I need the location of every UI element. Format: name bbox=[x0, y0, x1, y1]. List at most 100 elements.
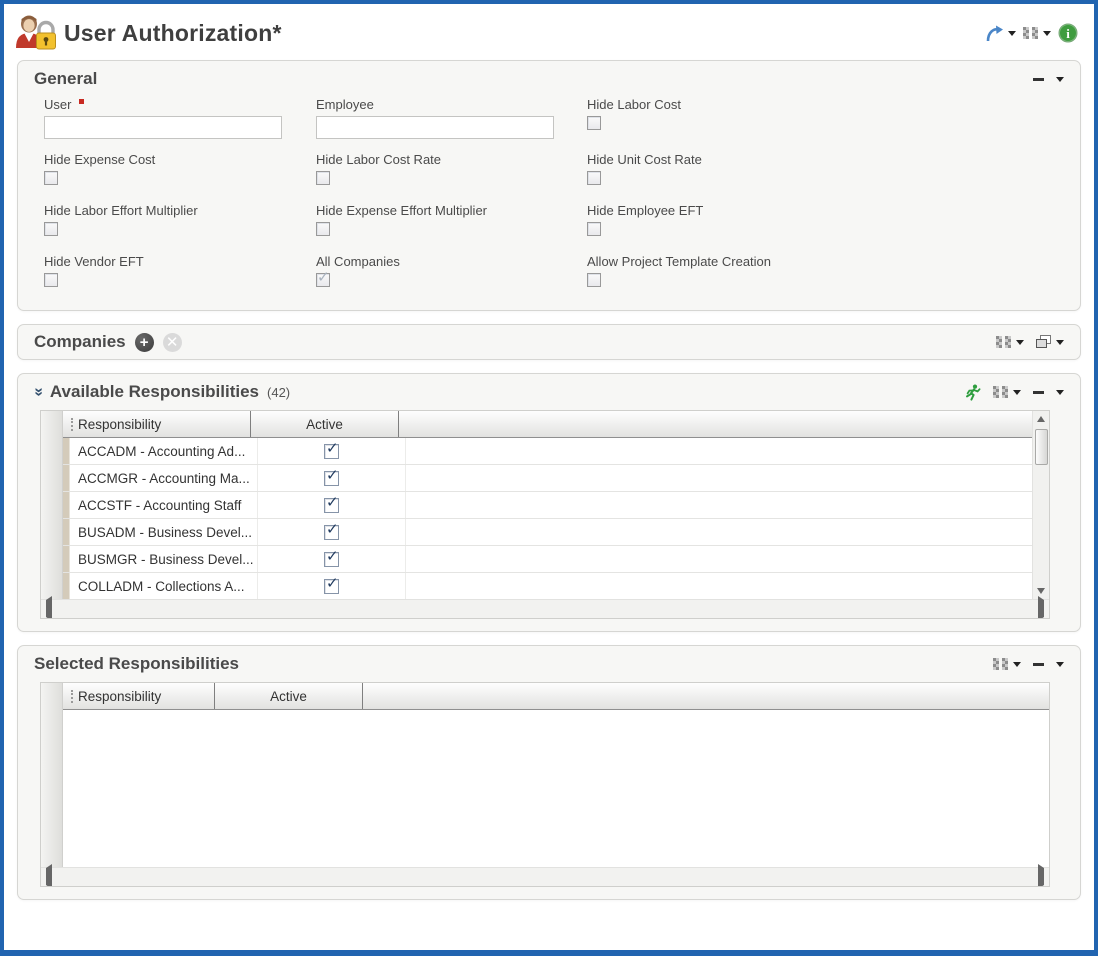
selected-panel-menu-caret[interactable] bbox=[1056, 662, 1064, 667]
scroll-right-button[interactable] bbox=[1038, 868, 1044, 886]
column-chooser-icon bbox=[993, 658, 1009, 671]
field-hide-labor-cost-rate: Hide Labor Cost Rate ✓ bbox=[316, 152, 587, 190]
general-panel-header: General bbox=[18, 61, 1080, 93]
run-process-button[interactable] bbox=[964, 384, 981, 401]
selected-column-chooser-caret[interactable] bbox=[1013, 662, 1021, 667]
responsibility-cell: COLLADM - Collections A... bbox=[70, 573, 258, 599]
available-responsibilities-grid: Responsibility Active ACCADM - Accountin… bbox=[40, 410, 1050, 619]
hide-expense-effort-multiplier-label: Hide Expense Effort Multiplier bbox=[316, 203, 587, 218]
hide-labor-cost-label: Hide Labor Cost bbox=[587, 97, 1064, 112]
panel-menu-caret[interactable] bbox=[1056, 77, 1064, 82]
selected-collapse-button[interactable] bbox=[1033, 663, 1044, 666]
available-table-body: ACCADM - Accounting Ad... ✓ ACCMGR - Acc… bbox=[63, 438, 1032, 600]
field-hide-labor-effort-multiplier: Hide Labor Effort Multiplier ✓ bbox=[44, 203, 316, 241]
active-checkbox[interactable]: ✓ bbox=[324, 471, 339, 486]
table-row[interactable]: ACCMGR - Accounting Ma... ✓ bbox=[63, 465, 1032, 492]
scroll-left-button[interactable] bbox=[46, 868, 52, 886]
responsibility-column-header[interactable]: Responsibility bbox=[63, 683, 215, 709]
user-input[interactable] bbox=[44, 116, 282, 139]
hide-employee-eft-checkbox[interactable]: ✓ bbox=[587, 222, 601, 236]
table-row[interactable]: BUSADM - Business Devel... ✓ bbox=[63, 519, 1032, 546]
hide-employee-eft-label: Hide Employee EFT bbox=[587, 203, 1064, 218]
add-company-button[interactable]: + bbox=[135, 333, 154, 352]
hide-expense-effort-multiplier-checkbox[interactable]: ✓ bbox=[316, 222, 330, 236]
field-hide-unit-cost-rate: Hide Unit Cost Rate ✓ bbox=[587, 152, 1064, 190]
responsibility-cell: ACCMGR - Accounting Ma... bbox=[70, 465, 258, 491]
hide-vendor-eft-checkbox[interactable]: ✓ bbox=[44, 273, 58, 287]
available-column-chooser-button[interactable] bbox=[993, 386, 1021, 399]
vertical-scrollbar-thumb[interactable] bbox=[1035, 429, 1048, 465]
available-table-header: Responsibility Active bbox=[63, 411, 1032, 438]
filler-cell bbox=[406, 519, 1032, 545]
vertical-scrollbar[interactable] bbox=[1032, 411, 1049, 599]
available-column-chooser-caret[interactable] bbox=[1013, 390, 1021, 395]
scroll-up-button[interactable] bbox=[1033, 411, 1049, 427]
table-row[interactable]: COLLADM - Collections A... ✓ bbox=[63, 573, 1032, 600]
collapse-chevrons-icon[interactable]: » bbox=[30, 388, 46, 397]
hide-labor-effort-multiplier-checkbox[interactable]: ✓ bbox=[44, 222, 58, 236]
user-authorization-window: User Authorization* bbox=[0, 0, 1098, 956]
available-panel-menu-caret[interactable] bbox=[1056, 390, 1064, 395]
companies-column-chooser-button[interactable] bbox=[996, 336, 1024, 349]
table-row[interactable]: ACCSTF - Accounting Staff ✓ bbox=[63, 492, 1032, 519]
hide-unit-cost-rate-checkbox[interactable]: ✓ bbox=[587, 171, 601, 185]
allow-project-template-creation-label: Allow Project Template Creation bbox=[587, 254, 1064, 269]
horizontal-scrollbar[interactable] bbox=[41, 867, 1049, 886]
active-checkbox[interactable]: ✓ bbox=[324, 498, 339, 513]
navigate-dropdown-caret[interactable] bbox=[1008, 31, 1016, 36]
responsibility-cell: ACCADM - Accounting Ad... bbox=[70, 438, 258, 464]
companies-view-button[interactable] bbox=[1036, 335, 1064, 349]
active-cell: ✓ bbox=[258, 492, 406, 518]
allow-project-template-creation-checkbox[interactable]: ✓ bbox=[587, 273, 601, 287]
selected-column-chooser-button[interactable] bbox=[993, 658, 1021, 671]
filler-column-header bbox=[399, 411, 1032, 437]
active-column-header[interactable]: Active bbox=[215, 683, 363, 709]
navigate-button[interactable] bbox=[985, 25, 1016, 42]
selected-responsibilities-grid: Responsibility Active bbox=[40, 682, 1050, 887]
responsibility-column-header[interactable]: Responsibility bbox=[63, 411, 251, 437]
companies-view-caret[interactable] bbox=[1056, 340, 1064, 345]
available-responsibilities-panel: » Available Responsibilities (42) bbox=[17, 373, 1081, 632]
employee-input[interactable] bbox=[316, 116, 554, 139]
hide-expense-cost-checkbox[interactable]: ✓ bbox=[44, 171, 58, 185]
active-checkbox[interactable]: ✓ bbox=[324, 525, 339, 540]
selected-table-header: Responsibility Active bbox=[63, 683, 1049, 710]
horizontal-scrollbar[interactable] bbox=[41, 599, 1049, 618]
all-companies-label: All Companies bbox=[316, 254, 587, 269]
hide-labor-cost-rate-label: Hide Labor Cost Rate bbox=[316, 152, 587, 167]
all-companies-checkbox[interactable]: ✓ bbox=[316, 273, 330, 287]
remove-company-button[interactable]: ✕ bbox=[163, 333, 182, 352]
active-cell: ✓ bbox=[258, 573, 406, 599]
required-marker bbox=[79, 99, 84, 104]
hide-labor-cost-rate-checkbox[interactable]: ✓ bbox=[316, 171, 330, 185]
hide-labor-cost-checkbox[interactable]: ✓ bbox=[587, 116, 601, 130]
scroll-left-button[interactable] bbox=[46, 600, 52, 618]
filler-cell bbox=[406, 573, 1032, 599]
field-hide-employee-eft: Hide Employee EFT ✓ bbox=[587, 203, 1064, 241]
active-checkbox[interactable]: ✓ bbox=[324, 579, 339, 594]
curved-arrow-icon bbox=[985, 25, 1004, 42]
table-row[interactable]: ACCADM - Accounting Ad... ✓ bbox=[63, 438, 1032, 465]
collapse-button[interactable] bbox=[1033, 78, 1044, 81]
active-column-header[interactable]: Active bbox=[251, 411, 399, 437]
svg-text:i: i bbox=[1066, 26, 1070, 41]
running-man-icon bbox=[964, 384, 981, 401]
available-collapse-button[interactable] bbox=[1033, 391, 1044, 394]
hide-expense-cost-label: Hide Expense Cost bbox=[44, 152, 316, 167]
active-cell: ✓ bbox=[258, 546, 406, 572]
table-row[interactable]: BUSMGR - Business Devel... ✓ bbox=[63, 546, 1032, 573]
info-button[interactable]: i bbox=[1058, 23, 1078, 43]
companies-column-chooser-caret[interactable] bbox=[1016, 340, 1024, 345]
column-chooser-button[interactable] bbox=[1023, 27, 1051, 40]
row-selector-gutter bbox=[41, 411, 63, 599]
scroll-right-button[interactable] bbox=[1038, 600, 1044, 618]
column-chooser-caret[interactable] bbox=[1043, 31, 1051, 36]
active-checkbox[interactable]: ✓ bbox=[324, 552, 339, 567]
employee-label: Employee bbox=[316, 97, 587, 112]
active-checkbox[interactable]: ✓ bbox=[324, 444, 339, 459]
column-chooser-icon bbox=[1023, 27, 1039, 40]
user-lock-icon bbox=[14, 14, 56, 52]
row-marker bbox=[63, 546, 70, 572]
row-marker bbox=[63, 465, 70, 491]
cascade-windows-icon bbox=[1036, 335, 1052, 349]
